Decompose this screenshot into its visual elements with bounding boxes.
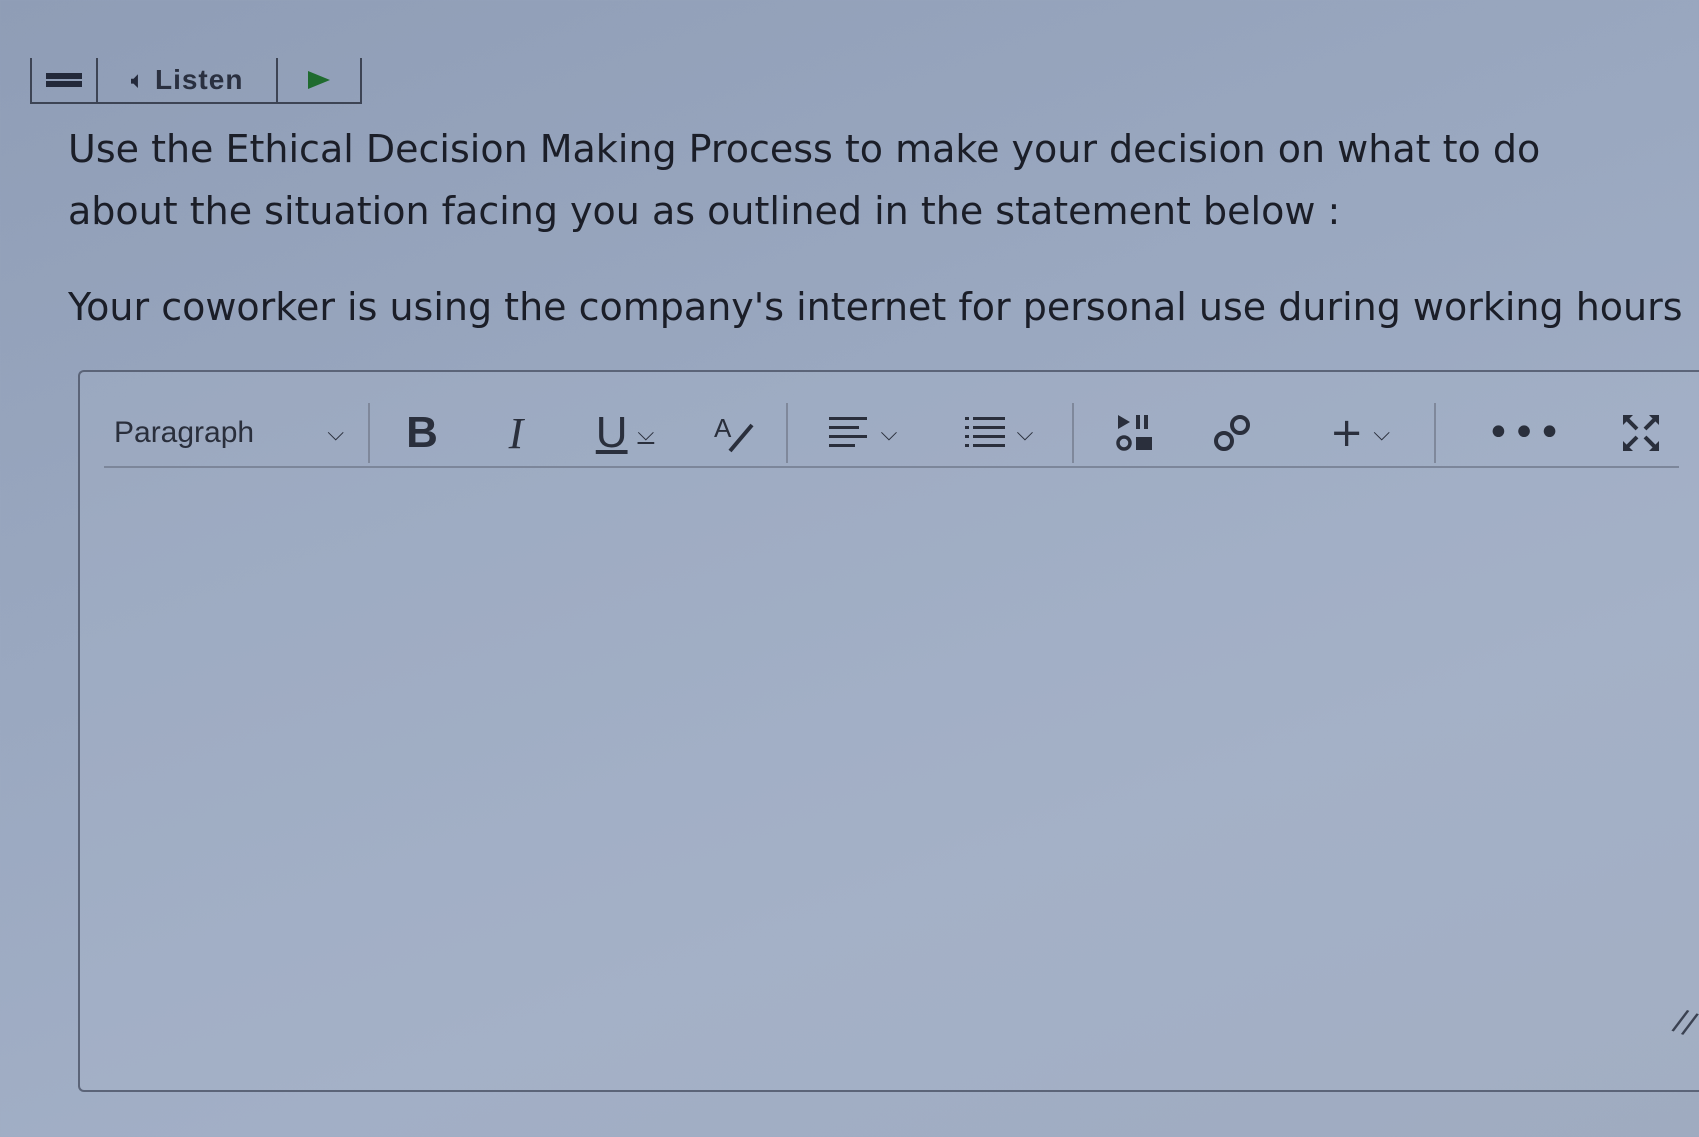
italic-button[interactable]: I [478, 400, 554, 466]
media-icon [1116, 415, 1152, 451]
listen-label: Listen [154, 64, 244, 95]
list-icon [964, 417, 1005, 447]
menu-button[interactable] [32, 58, 98, 102]
more-actions-button[interactable]: ••• [1487, 400, 1563, 466]
play-icon [308, 71, 330, 89]
underline-icon: U [595, 408, 628, 457]
insert-more-button[interactable]: + ⌵ [1300, 400, 1420, 466]
chevron-down-icon: ⌵ [1016, 420, 1034, 446]
insert-media-button[interactable] [1098, 400, 1174, 466]
speaker-icon: 🔈︎ [130, 66, 145, 94]
question-statement: Your coworker is using the company's int… [68, 285, 1683, 329]
link-icon [1214, 415, 1250, 451]
svg-text:A: A [714, 413, 732, 443]
question-prompt: Use the Ethical Decision Making Process … [68, 127, 1541, 233]
toolbar-divider [1434, 403, 1436, 463]
list-button[interactable]: ⌵ [938, 400, 1058, 466]
underline-button[interactable]: U ⌵ [580, 400, 670, 466]
toolbar-divider [1072, 403, 1074, 463]
menu-icon [46, 73, 82, 87]
spellcheck-icon: A [714, 413, 754, 453]
insert-link-button[interactable] [1194, 400, 1270, 466]
rich-text-editor: Paragraph ⌵ B I U ⌵ A ⌵ ⌵ + ⌵ ••• // [78, 370, 1699, 1092]
toolbar-divider [368, 403, 370, 463]
play-button[interactable] [278, 58, 360, 102]
bold-icon: B [406, 408, 438, 457]
align-left-icon [828, 417, 867, 447]
chevron-down-icon: ⌵ [327, 420, 344, 445]
paragraph-format-select[interactable]: Paragraph ⌵ [104, 400, 354, 466]
italic-icon: I [508, 408, 524, 458]
more-icon: ••• [1486, 410, 1564, 456]
editor-content-area[interactable] [104, 482, 1679, 1070]
chevron-down-icon: ⌵ [1373, 420, 1391, 446]
editor-toolbar: Paragraph ⌵ B I U ⌵ A ⌵ ⌵ + ⌵ ••• [104, 400, 1679, 468]
listen-button[interactable]: 🔈︎ Listen [98, 58, 278, 102]
bold-button[interactable]: B [384, 400, 460, 466]
fullscreen-button[interactable] [1603, 400, 1679, 466]
spellcheck-button[interactable]: A [696, 400, 772, 466]
plus-icon: + [1329, 410, 1364, 456]
chevron-down-icon: ⌵ [637, 420, 655, 445]
readspeaker-toolbar: 🔈︎ Listen [30, 58, 362, 104]
paragraph-format-label: Paragraph [114, 416, 255, 449]
toolbar-divider [786, 403, 788, 463]
chevron-down-icon: ⌵ [880, 420, 898, 446]
align-button[interactable]: ⌵ [802, 400, 922, 466]
fullscreen-icon [1623, 415, 1659, 451]
